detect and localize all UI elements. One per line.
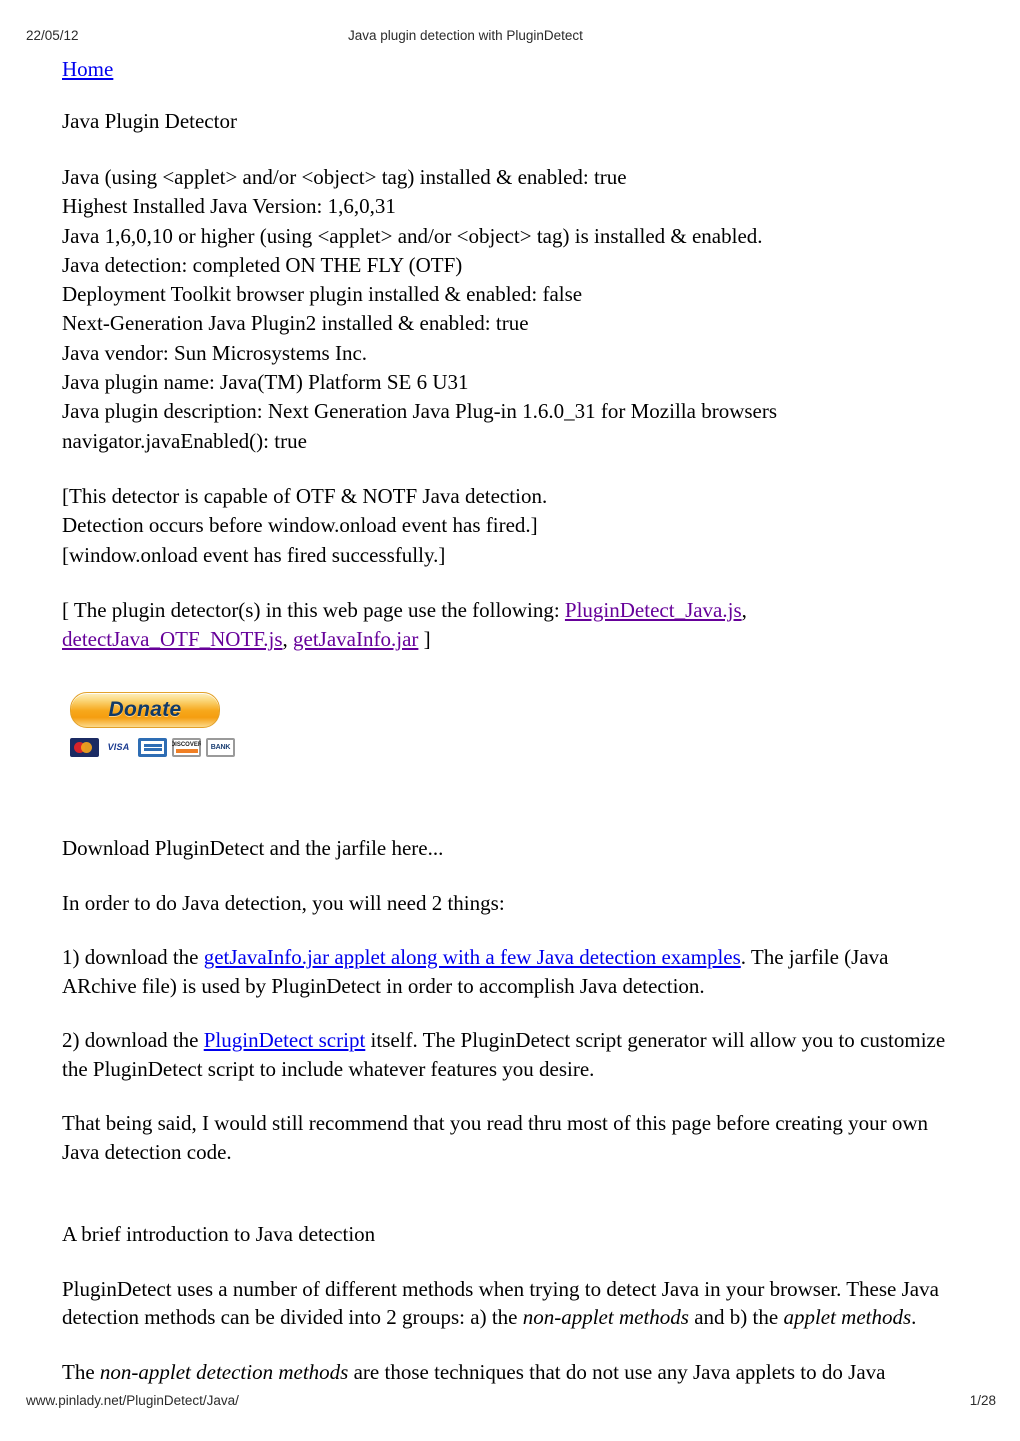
intro-p1-part-c: . [911,1305,917,1329]
donate-widget: Donate VISA DISCOVER BANK [70,692,250,757]
mastercard-icon [70,738,99,757]
download-heading: Download PluginDetect and the jarfile he… [62,836,444,860]
detector-line: Java 1,6,0,10 or higher (using <applet> … [62,223,763,248]
intro-p1-emphasis-1: non-applet methods [522,1305,689,1329]
print-footer: www.pinlady.net/PluginDetect/Java/ 1/28 [0,1393,1020,1411]
visa-label: VISA [107,742,130,752]
intro-paragraph-1: PluginDetect uses a number of different … [62,1275,958,1332]
discover-inner: DISCOVER [172,740,201,755]
download-item-1: 1) download the getJavaInfo.jar applet a… [62,943,958,1000]
detector-note-line: [window.onload event has fired successfu… [62,542,446,567]
intro-p2-part-a: The [62,1359,100,1384]
discover-bar [175,749,198,753]
download-item-2: 2) download the PluginDetect script itse… [62,1026,958,1083]
amex-bar [143,744,162,747]
scripts-prefix: [ The plugin detector(s) in this web pag… [62,597,565,622]
bank-inner: BANK [208,740,233,755]
discover-icon: DISCOVER [172,738,201,757]
intro-p1-part-b: and b) the [688,1305,784,1329]
print-footer-url: www.pinlady.net/PluginDetect/Java/ [26,1393,239,1408]
detector-scripts-used: [ The plugin detector(s) in this web pag… [62,596,762,655]
detector-line: Highest Installed Java Version: 1,6,0,31 [62,194,396,219]
donate-button[interactable]: Donate [70,692,220,728]
getjavainfo-examples-link[interactable]: getJavaInfo.jar applet along with a few … [204,945,741,969]
home-link[interactable]: Home [62,56,113,82]
mastercard-circles [73,741,97,754]
intro-heading: A brief introduction to Java detection [62,1222,376,1246]
item2-prefix: 2) download the [62,1028,204,1052]
discover-label: DISCOVER [172,742,201,748]
detector-line: Java detection: completed ON THE FLY (OT… [62,252,463,277]
detector-line: Java (using <applet> and/or <object> tag… [62,165,627,189]
accepted-cards-row: VISA DISCOVER BANK [70,738,250,757]
script-link-detectjava-otf-notf[interactable]: detectJava_OTF_NOTF.js [62,627,283,651]
visa-icon: VISA [104,738,133,757]
detector-line: navigator.javaEnabled(): true [62,428,307,453]
detector-line: Next-Generation Java Plugin2 installed &… [62,311,529,336]
print-footer-page-number: 1/28 [969,1393,996,1408]
plugindetect-script-link[interactable]: PluginDetect script [204,1028,366,1052]
bank-icon: BANK [206,738,235,757]
article-body: Download PluginDetect and the jarfile he… [62,834,958,1412]
need-intro: In order to do Java detection, you will … [62,890,505,915]
scripts-separator-2: , [282,627,288,652]
amex-icon [138,738,167,757]
script-link-getjavainfo-jar[interactable]: getJavaInfo.jar [293,627,418,651]
intro-p1-emphasis-2: applet methods [783,1305,912,1329]
print-header: 22/05/12 Java plugin detection with Plug… [0,28,1020,46]
detector-notes: [This detector is capable of OTF & NOTF … [62,482,958,570]
intro-p2-emphasis: non-applet detection methods [99,1359,349,1384]
recommendation-paragraph: That being said, I would still recommend… [62,1111,929,1164]
donate-button-label: Donate [108,698,182,721]
mastercard-circle-orange [80,742,92,753]
print-page-title: Java plugin detection with PluginDetect [348,28,583,43]
detector-line: Java plugin name: Java(TM) Platform SE 6… [62,370,469,395]
script-link-plugindetect-java[interactable]: PluginDetect_Java.js [565,598,742,622]
scripts-suffix: ] [418,627,431,652]
bank-label: BANK [210,744,231,751]
detector-note-line: [This detector is capable of OTF & NOTF … [62,483,548,508]
intro-paragraph-2: The non-applet detection methods are tho… [62,1358,958,1387]
page-title: Java Plugin Detector [62,109,237,133]
amex-inner [141,741,164,754]
detector-line: Deployment Toolkit browser plugin instal… [62,282,583,307]
detector-note-line: Detection occurs before window.onload ev… [62,513,538,538]
detector-results: Java (using <applet> and/or <object> tag… [62,163,958,456]
intro-p2-part-b: are those techniques that do not use any… [348,1359,886,1384]
page-content: Home Java Plugin Detector Java (using <a… [62,56,958,1384]
detector-line: Java vendor: Sun Microsystems Inc. [62,340,368,365]
item1-prefix: 1) download the [62,945,204,969]
print-date: 22/05/12 [26,28,79,43]
amex-bar [143,748,162,751]
detector-line: Java plugin description: Next Generation… [62,399,778,424]
scripts-separator-1: , [741,597,747,622]
